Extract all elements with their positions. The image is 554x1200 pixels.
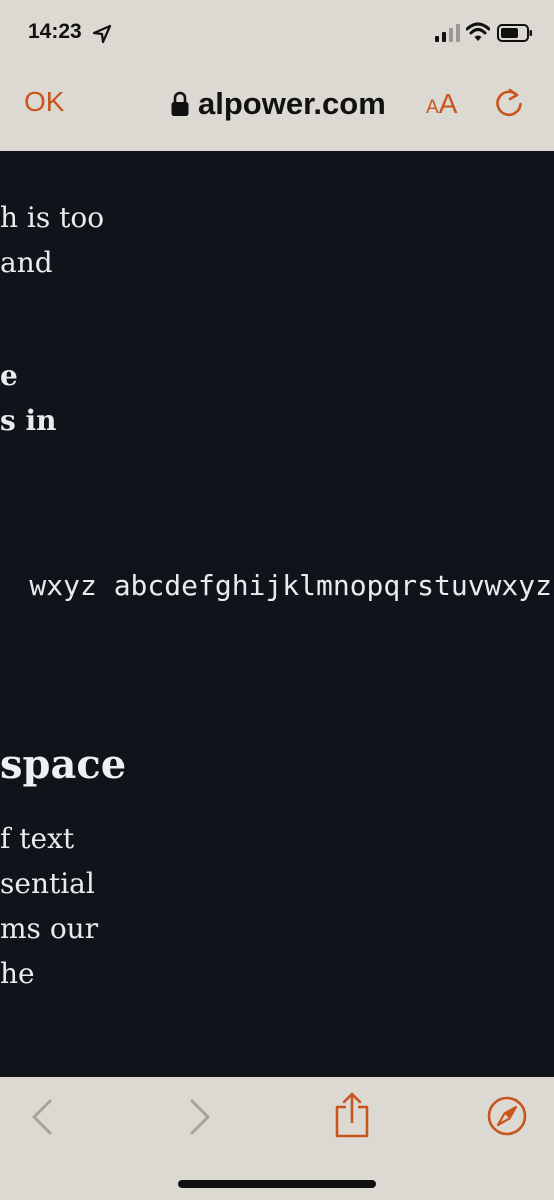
wifi-icon bbox=[466, 22, 490, 41]
battery-icon bbox=[497, 24, 532, 42]
paragraph-2-line-1: e bbox=[0, 359, 18, 392]
monospace-sample: wxyz abcdefghijklmnopqrstuvwxyz bbox=[29, 569, 552, 602]
paragraph-3-line-2: sential bbox=[0, 867, 95, 900]
share-icon[interactable] bbox=[333, 1091, 371, 1139]
paragraph-3-line-3: ms our bbox=[0, 912, 99, 945]
url-text: alpower.com bbox=[198, 86, 386, 121]
paragraph-3-line-1: f text bbox=[0, 822, 75, 855]
paragraph-1-line-2: and bbox=[0, 246, 53, 279]
location-arrow-icon bbox=[92, 24, 112, 44]
paragraph-2-line-2: s in bbox=[0, 404, 57, 437]
section-heading: space bbox=[0, 741, 127, 788]
reload-icon[interactable] bbox=[492, 86, 526, 120]
back-arrow-icon[interactable] bbox=[28, 1097, 56, 1137]
home-indicator bbox=[178, 1180, 376, 1188]
web-page-content: h is too and e s in wxyz abcdefghijklmno… bbox=[0, 151, 554, 1077]
browser-top-chrome: 14:23 OK alpower.com AA bbox=[0, 0, 554, 151]
done-button[interactable]: OK bbox=[24, 86, 64, 118]
status-time: 14:23 bbox=[28, 20, 82, 43]
paragraph-1-line-1: h is too bbox=[0, 201, 105, 234]
text-size-button[interactable]: AA bbox=[426, 88, 457, 120]
paragraph-3-line-4: he bbox=[0, 957, 35, 990]
browser-nav-bar: OK alpower.com AA bbox=[0, 66, 554, 151]
status-bar: 14:23 bbox=[0, 0, 554, 66]
compass-icon[interactable] bbox=[486, 1095, 528, 1137]
text-size-large-a: A bbox=[438, 88, 458, 119]
cellular-signal-icon bbox=[435, 24, 460, 42]
lock-icon bbox=[171, 91, 189, 116]
address-bar[interactable]: alpower.com bbox=[170, 84, 386, 124]
text-size-small-a: A bbox=[426, 97, 439, 118]
forward-arrow-icon[interactable] bbox=[186, 1097, 214, 1137]
